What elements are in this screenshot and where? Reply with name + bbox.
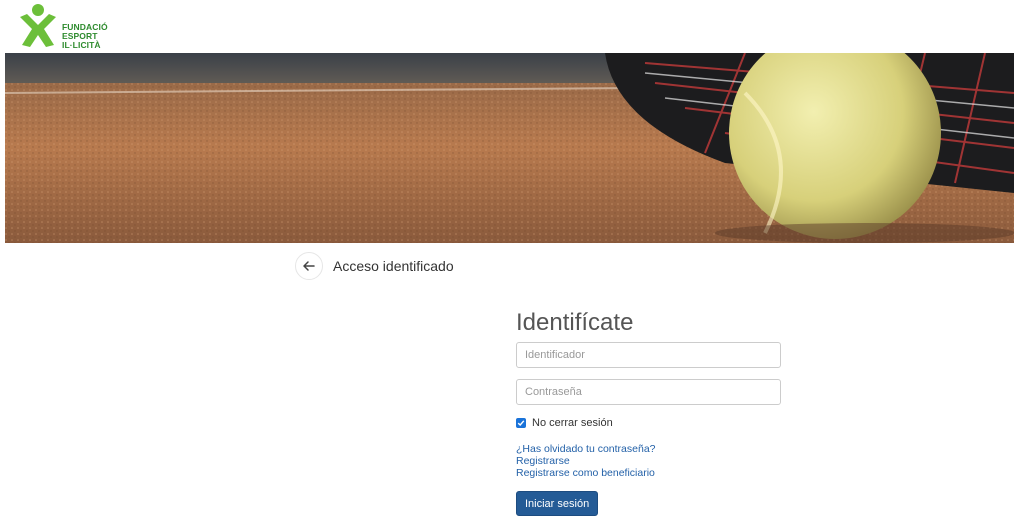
remember-me[interactable]: No cerrar sesión (516, 417, 781, 429)
login-title: Identifícate (516, 309, 634, 336)
logo-line: IL·LICITÀ (62, 40, 101, 50)
login-links: ¿Has olvidado tu contraseña? Registrarse… (516, 443, 781, 479)
password-input[interactable] (516, 379, 781, 405)
login-form: Identifícate No cerrar sesión ¿Has olvid… (516, 308, 781, 516)
logo-figure-icon (20, 4, 56, 47)
remember-label: No cerrar sesión (532, 417, 613, 429)
arrow-left-icon (303, 261, 315, 271)
logo-text: FUNDACIÓ ESPORT IL·LICITÀ (62, 23, 108, 50)
checkmark-icon (517, 420, 525, 427)
remember-checkbox[interactable] (516, 418, 526, 428)
tennis-banner-image (5, 53, 1014, 243)
page-nav: Acceso identificado (295, 252, 454, 280)
login-button[interactable]: Iniciar sesión (516, 491, 599, 516)
foundation-logo[interactable]: FUNDACIÓ ESPORT IL·LICITÀ (16, 3, 126, 50)
back-button[interactable] (295, 252, 323, 280)
register-beneficiary-link[interactable]: Registrarse como beneficiario (516, 467, 781, 479)
forgot-password-link[interactable]: ¿Has olvidado tu contraseña? (516, 443, 781, 455)
username-input[interactable] (516, 342, 781, 368)
site-header: FUNDACIÓ ESPORT IL·LICITÀ (0, 0, 1014, 53)
page-title: Acceso identificado (333, 258, 454, 274)
register-link[interactable]: Registrarse (516, 455, 781, 467)
